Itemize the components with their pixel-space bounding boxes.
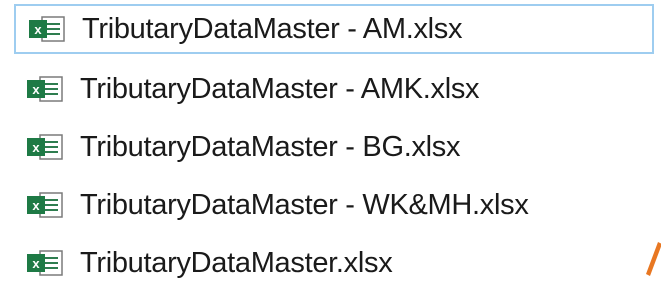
file-item-wk-mh[interactable]: x TributaryDataMaster - WK&MH.xlsx bbox=[14, 180, 654, 230]
file-item-amk[interactable]: x TributaryDataMaster - AMK.xlsx bbox=[14, 64, 654, 114]
excel-file-icon: x bbox=[26, 190, 66, 220]
file-name: TributaryDataMaster - WK&MH.xlsx bbox=[80, 188, 529, 221]
svg-text:x: x bbox=[32, 82, 40, 97]
excel-file-icon: x bbox=[28, 14, 68, 44]
svg-text:x: x bbox=[32, 198, 40, 213]
excel-file-icon: x bbox=[26, 132, 66, 162]
svg-text:x: x bbox=[32, 256, 40, 271]
excel-file-icon: x bbox=[26, 74, 66, 104]
svg-text:x: x bbox=[34, 22, 42, 37]
file-list: x TributaryDataMaster - AM.xlsx x Tribut… bbox=[0, 0, 661, 290]
file-name: TributaryDataMaster.xlsx bbox=[80, 246, 393, 279]
file-item-am[interactable]: x TributaryDataMaster - AM.xlsx bbox=[14, 4, 654, 54]
file-item-bg[interactable]: x TributaryDataMaster - BG.xlsx bbox=[14, 122, 654, 172]
file-name: TributaryDataMaster - AMK.xlsx bbox=[80, 72, 480, 105]
svg-text:x: x bbox=[32, 140, 40, 155]
file-item-master[interactable]: x TributaryDataMaster.xlsx bbox=[14, 238, 654, 288]
excel-file-icon: x bbox=[26, 248, 66, 278]
file-name: TributaryDataMaster - BG.xlsx bbox=[80, 130, 461, 163]
file-name: TributaryDataMaster - AM.xlsx bbox=[82, 12, 463, 45]
orange-arrow-accent bbox=[646, 242, 661, 276]
